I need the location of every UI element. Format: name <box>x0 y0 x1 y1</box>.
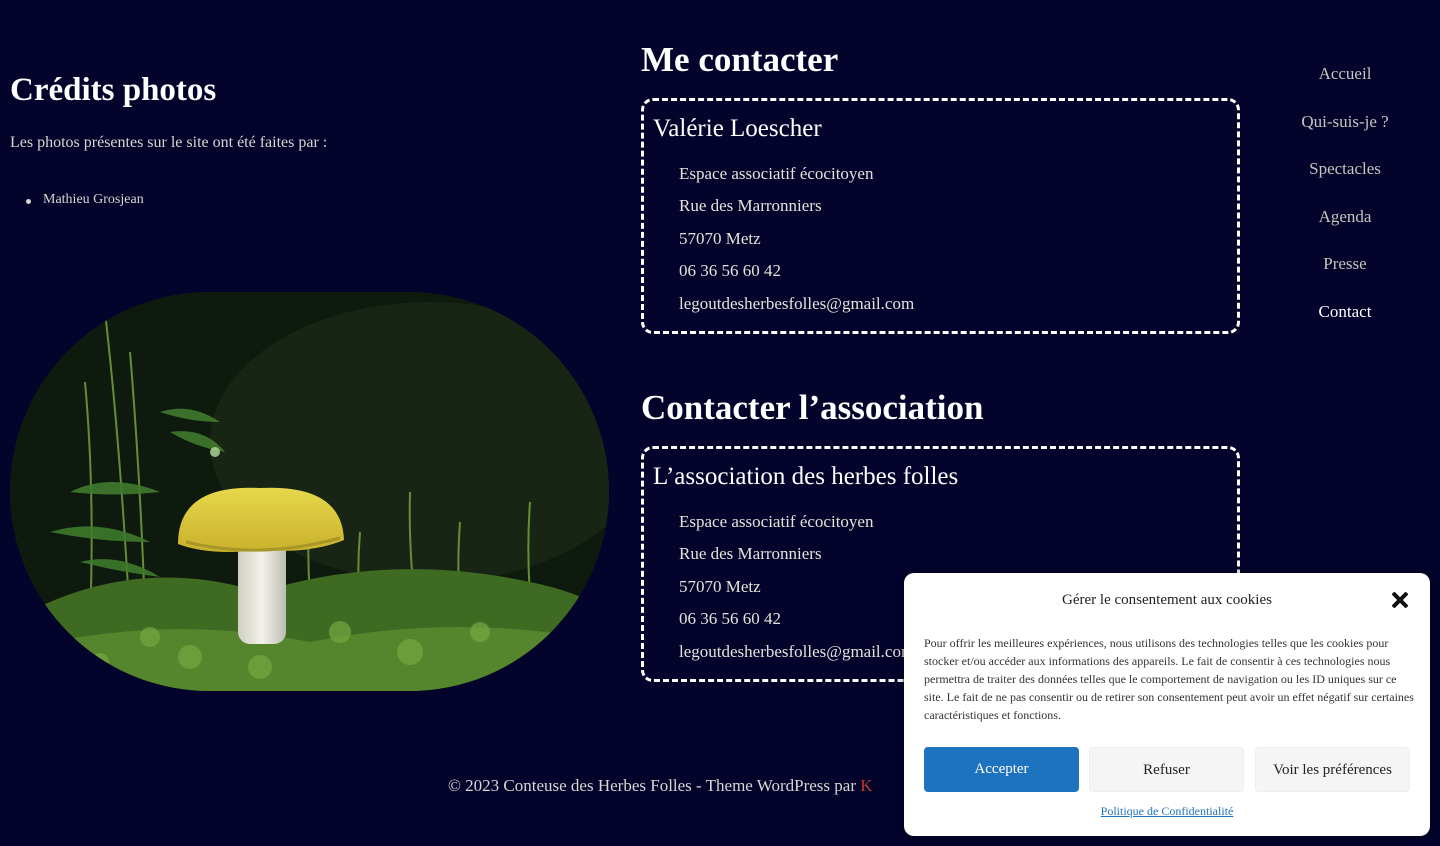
accept-button[interactable]: Accepter <box>924 747 1079 792</box>
refuse-button[interactable]: Refuser <box>1089 747 1244 792</box>
address-line: Espace associatif écocitoyen <box>679 164 874 183</box>
contact-me-name: Valérie Loescher <box>653 115 822 142</box>
phone-line[interactable]: 06 36 56 60 42 <box>679 259 914 291</box>
contact-assoc-name: L’association des herbes folles <box>653 463 959 490</box>
contact-me-details: Espace associatif écocitoyen Rue des Mar… <box>679 162 914 324</box>
city-line: 57070 Metz <box>679 576 761 596</box>
email-line[interactable]: legoutdesherbesfolles@gmail.com <box>679 292 914 324</box>
mushroom-photo <box>10 292 609 691</box>
contact-assoc-title: Contacter l’association <box>641 388 984 427</box>
cookie-title: Gérer le consentement aux cookies <box>1062 592 1272 608</box>
nav-item-contact[interactable]: Contact <box>1250 302 1440 350</box>
main-nav: Accueil Qui-suis-je ? Spectacles Agenda … <box>1250 64 1440 350</box>
nav-item-qui-suis-je[interactable]: Qui-suis-je ? <box>1250 112 1440 160</box>
credits-title: Crédits photos <box>10 72 217 108</box>
list-item: Mathieu Grosjean <box>24 192 144 208</box>
nav-item-agenda[interactable]: Agenda <box>1250 207 1440 255</box>
contact-assoc-details: Espace associatif écocitoyen Rue des Mar… <box>679 510 914 672</box>
address-line: Espace associatif écocitoyen <box>679 512 874 531</box>
street-line: Rue des Marronniers <box>679 196 822 216</box>
mushroom-illustration <box>10 292 609 691</box>
footer-text: © 2023 Conteuse des Herbes Folles - Them… <box>448 776 861 795</box>
contact-me-card: Valérie Loescher Espace associatif écoci… <box>641 98 1240 334</box>
footer: © 2023 Conteuse des Herbes Folles - Them… <box>448 776 873 796</box>
cookie-consent-modal: Gérer le consentement aux cookies Pour o… <box>904 573 1430 836</box>
contact-me-title: Me contacter <box>641 40 839 79</box>
credits-list: Mathieu Grosjean <box>24 192 144 208</box>
credits-text: Les photos présentes sur le site ont été… <box>10 134 328 151</box>
email-line[interactable]: legoutdesherbesfolles@gmail.com <box>679 640 914 672</box>
phone-line[interactable]: 06 36 56 60 42 <box>679 607 914 639</box>
street-line: Rue des Marronniers <box>679 544 822 564</box>
cookie-text: Pour offrir les meilleures expériences, … <box>924 636 1414 722</box>
preferences-button[interactable]: Voir les préférences <box>1255 747 1410 792</box>
nav-item-accueil[interactable]: Accueil <box>1250 64 1440 112</box>
footer-theme-link[interactable]: K <box>860 776 872 795</box>
nav-item-spectacles[interactable]: Spectacles <box>1250 159 1440 207</box>
privacy-policy-link[interactable]: Politique de Confidentialité <box>904 804 1430 819</box>
close-icon[interactable] <box>1389 589 1411 611</box>
page: Crédits photos Les photos présentes sur … <box>0 0 1440 846</box>
nav-item-presse[interactable]: Presse <box>1250 254 1440 302</box>
city-line: 57070 Metz <box>679 228 761 248</box>
